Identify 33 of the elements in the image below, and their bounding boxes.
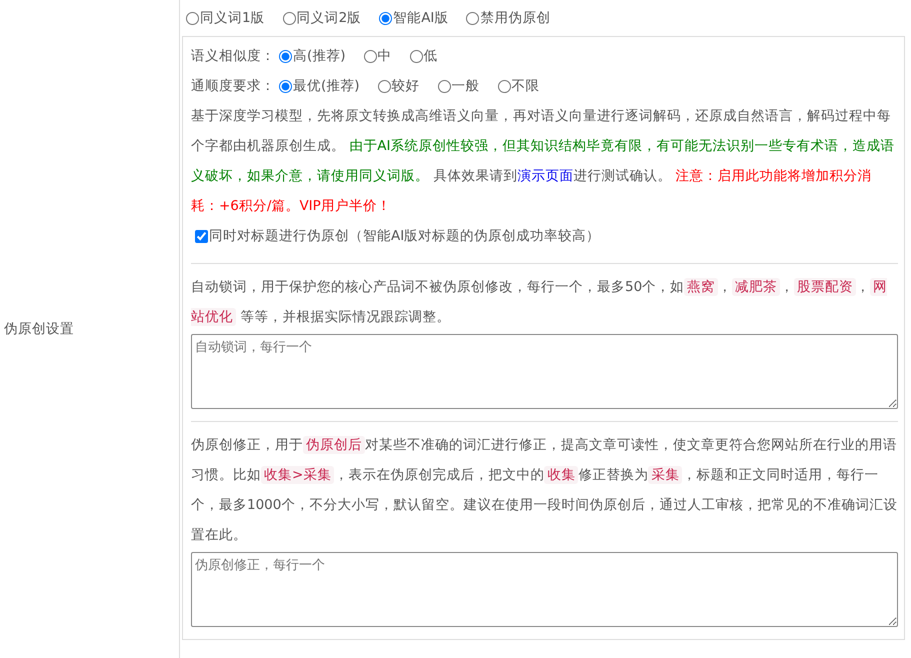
help-paragraph: 伪原创修正，用于 伪原创后 对某些不准确的词汇进行修正，提高文章可读性，使文章更符合您网站所在行业的用语习惯。比如 收集>采集 ，表示在伪原创完成后，把文中的 收集 修正替换为 采集 ，标题和正文同时适用，每行一个，最多1000个，不分大小写，默认留空。建议在使用一段时间伪原创后，通过人工审核，把常见的不准确词汇设置在此。 [191, 435, 898, 545]
lock-words-field[interactable]: 自动锁词，每行一个 [191, 334, 898, 409]
checkbox[interactable] [195, 230, 208, 242]
radio-button[interactable] [466, 12, 480, 24]
radio-button[interactable] [379, 12, 392, 24]
radio-option[interactable]: 较好 [374, 77, 420, 95]
checkbox-option[interactable]: 同时对标题进行伪原创（智能AI版对标题的伪原创成功率较高） [191, 221, 898, 251]
radio-option[interactable]: 智能AI版 [375, 9, 448, 27]
radio-button[interactable] [186, 12, 199, 24]
radio-option[interactable]: 不限 [494, 77, 540, 95]
radio-option[interactable]: 高(推荐) [275, 47, 346, 65]
radio-button[interactable] [438, 80, 451, 92]
radio-button[interactable] [282, 12, 296, 24]
radio-option[interactable]: 一般 [434, 77, 480, 95]
radio-button[interactable] [410, 50, 423, 62]
radio-option[interactable]: 禁用伪原创 [462, 9, 550, 27]
radio-option[interactable]: 中 [360, 47, 392, 65]
radio-button[interactable] [378, 80, 391, 92]
radio-button[interactable] [279, 80, 292, 92]
demo-link[interactable]: 演示页面 [517, 168, 574, 184]
field-label: 通顺度要求： [191, 77, 275, 95]
corrections-field[interactable]: 伪原创修正，每行一个 [191, 552, 898, 627]
radio-button[interactable] [498, 80, 511, 92]
section-label: 伪原创设置 [4, 320, 74, 338]
radio-option[interactable]: 同义词2版 [278, 9, 362, 27]
radio-option[interactable]: 低 [406, 47, 438, 65]
radio-button[interactable] [364, 50, 377, 62]
radio-option[interactable]: 最优(推荐) [275, 77, 360, 95]
help-paragraph: 自动锁词，用于保护您的核心产品词不被伪原创修改，每行一个，最多50个，如 燕窝 ， 减肥茶 ， 股票配资 ， 网站优化 等等，并根据实际情况跟踪调整。 [191, 277, 888, 328]
radio-option[interactable]: 同义词1版 [182, 9, 265, 27]
field-label: 语义相似度： [191, 47, 275, 65]
radio-button[interactable] [279, 50, 292, 62]
description-paragraph: 基于深度学习模型，先将原文转换成高维语义向量，再对语义向量进行逐词解码，还原成自然语言，解码过程中每个字都由机器原创生成。 由于AI系统原创性较强，但其知识结构毕竟有限，有可能无法识别一些专有术语，造成语义破坏，如果介意，请使用同义词版。 具体效果请到演示页面进行测试确认。 注意：启用此功能将增加积分消耗：+6积分/篇。VIP用户半价！ [191, 107, 896, 216]
